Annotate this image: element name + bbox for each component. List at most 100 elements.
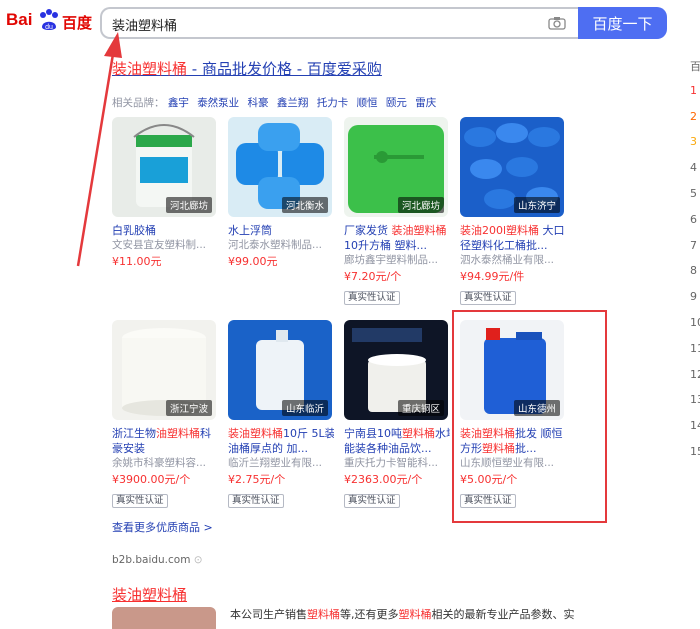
source-url: b2b.baidu.com ⊙ (112, 554, 203, 566)
product-title-line2[interactable]: 径塑料化工桶批... (460, 238, 566, 253)
location-tag: 山东临沂 (281, 400, 328, 416)
hot-list-item[interactable]: 8 (690, 264, 700, 290)
verified-badge: 真实性认证 (460, 291, 516, 305)
product-image[interactable]: 河北廊坊 (112, 117, 216, 217)
product-seller: 临沂兰翔塑业有限... (228, 457, 323, 469)
product-card[interactable]: 河北廊坊 白乳胶桶 文安县宜友塑料制... ¥11.00元 (112, 117, 218, 270)
snippet-part: 相关的最新专业产品参数、实 (431, 608, 575, 621)
hot-list-item[interactable]: 13 (690, 393, 700, 419)
brand-link[interactable]: 托力卡 (317, 97, 349, 109)
location-tag: 重庆铜区 (397, 400, 444, 416)
result-title[interactable]: 装油塑料桶 - 商品批发价格 - 百度爱采购 (112, 58, 382, 79)
product-image[interactable]: 河北衡水 (228, 117, 332, 217)
product-title[interactable]: 宁南县10吨塑料桶水塔 (344, 426, 450, 441)
source-domain: b2b.baidu.com (112, 554, 191, 566)
product-image[interactable]: 河北廊坊 (344, 117, 448, 217)
brand-link[interactable]: 鑫宇 (168, 97, 189, 109)
product-card[interactable]: 山东济宁 装油200l塑料桶 大口 径塑料化工桶批... 泗水泰然桶业有限...… (460, 117, 566, 305)
product-card[interactable]: 河北衡水 水上浮筒 河北泰水塑料制品... ¥99.00元 (228, 117, 334, 270)
brand-link[interactable]: 鑫兰翔 (277, 97, 309, 109)
location-tag: 山东济宁 (513, 197, 560, 213)
brand-link[interactable]: 顺恒 (357, 97, 378, 109)
brand-link[interactable]: 泰然泵业 (197, 97, 239, 109)
product-title-part: 宁南县10吨 (344, 427, 402, 440)
paw-icon: du (40, 9, 58, 31)
product-title[interactable]: 白乳胶桶 (112, 223, 218, 238)
product-title-line2[interactable]: 豪安装 (112, 441, 218, 456)
product-title[interactable]: 浙江生物油塑料桶科 (112, 426, 218, 441)
search-box[interactable]: 装油塑料桶 (100, 7, 578, 39)
logo-bai: Bai (6, 10, 33, 29)
brand-link[interactable]: 颐元 (386, 97, 407, 109)
brand-link[interactable]: 雷庆 (415, 97, 436, 109)
product-card[interactable]: 河北廊坊 厂家发货 装油塑料桶 10升方桶 塑料... 廊坊鑫宇塑料制品... … (344, 117, 450, 305)
product-seller: 文安县宜友塑料制... (112, 239, 207, 251)
hot-list-item[interactable]: 2 (690, 110, 700, 136)
svg-text:du: du (45, 24, 53, 31)
brand-label: 相关品牌： (112, 97, 165, 109)
result-title-rest: - 商品批发价格 - 百度爱采购 (187, 60, 382, 78)
info-icon[interactable]: ⊙ (194, 554, 203, 566)
product-seller: 泗水泰然桶业有限... (460, 254, 555, 266)
product-image[interactable]: 重庆铜区 (344, 320, 448, 420)
hot-list-item[interactable]: 3 (690, 135, 700, 161)
product-title[interactable]: 装油200l塑料桶 大口 (460, 223, 566, 238)
product-title-part: 大口 (539, 224, 565, 237)
camera-icon[interactable] (548, 16, 566, 30)
product-title[interactable]: 水上浮筒 (228, 223, 334, 238)
hot-list-item[interactable]: 7 (690, 239, 700, 265)
hot-list-item[interactable]: 6 (690, 213, 700, 239)
product-seller: 廊坊鑫宇塑料制品... (344, 254, 439, 266)
product-price: ¥11.00元 (112, 255, 162, 268)
product-title-part: 厂家发货 (344, 224, 392, 237)
product-card[interactable]: 浙江宁波 浙江生物油塑料桶科 豪安装 余姚市科豪塑料容... ¥3900.00元… (112, 320, 218, 508)
location-tag: 河北廊坊 (165, 197, 212, 213)
product-title-part: 浙江生物 (112, 427, 156, 440)
product-image[interactable]: 浙江宁波 (112, 320, 216, 420)
annotation-highlight-box (452, 310, 607, 523)
product-price: ¥99.00元 (228, 255, 278, 268)
product-title-line2[interactable]: 能装各种油品饮... (344, 441, 450, 456)
search-results-page: Bai du 百度 装油塑料桶 百度一下 装油塑料桶 - 商品批发价格 - 百度… (0, 0, 700, 629)
product-title[interactable]: 厂家发货 装油塑料桶 (344, 223, 450, 238)
hot-list-item[interactable]: 4 (690, 161, 700, 187)
result2-title[interactable]: 装油塑料桶 (112, 584, 187, 605)
snippet-part: 等,还有更多 (340, 608, 399, 621)
hot-list-column: 百 1 2 3 4 5 6 7 8 9 10 11 12 13 14 15 (690, 58, 700, 471)
search-button[interactable]: 百度一下 (578, 7, 667, 39)
product-title-part: 科 (200, 427, 211, 440)
more-products-link[interactable]: 查看更多优质商品 > (112, 519, 213, 535)
product-image[interactable]: 山东临沂 (228, 320, 332, 420)
result2-image[interactable] (112, 607, 216, 629)
product-title-line2[interactable]: 10升方桶 塑料... (344, 238, 450, 253)
product-price: ¥2.75元/个 (228, 473, 286, 486)
hot-list-item[interactable]: 15 (690, 445, 700, 471)
product-title-part: 水塔 (435, 427, 450, 440)
verified-badge: 真实性认证 (344, 291, 400, 305)
product-card[interactable]: 重庆铜区 宁南县10吨塑料桶水塔 能装各种油品饮... 重庆托力卡智能科... … (344, 320, 450, 508)
product-title[interactable]: 装油塑料桶10斤 5L装 (228, 426, 334, 441)
snippet-part: 本公司生产销售 (230, 608, 307, 621)
hot-list-item[interactable]: 14 (690, 419, 700, 445)
product-card[interactable]: 山东临沂 装油塑料桶10斤 5L装 油桶厚点的 加... 临沂兰翔塑业有限...… (228, 320, 334, 508)
hot-list-item[interactable]: 5 (690, 187, 700, 213)
product-seller: 重庆托力卡智能科... (344, 457, 439, 469)
hot-list-item[interactable]: 9 (690, 290, 700, 316)
brand-link[interactable]: 科豪 (248, 97, 269, 109)
product-title-part: 10斤 5L装 (283, 427, 334, 440)
product-title-line2[interactable]: 油桶厚点的 加... (228, 441, 334, 456)
hot-list-item[interactable]: 11 (690, 342, 700, 368)
product-title-keyword: 油塑料桶 (156, 427, 200, 440)
product-title-keyword: 装油塑料桶 (228, 427, 283, 440)
hot-list-item[interactable]: 百 (690, 58, 700, 84)
hot-list-item[interactable]: 12 (690, 368, 700, 394)
product-image[interactable]: 山东济宁 (460, 117, 564, 217)
hot-list-item[interactable]: 10 (690, 316, 700, 342)
product-title-keyword: 装油塑料桶 (391, 224, 447, 237)
snippet-keyword: 塑料桶 (398, 608, 432, 621)
location-tag: 河北衡水 (281, 197, 328, 213)
location-tag: 浙江宁波 (165, 400, 212, 416)
verified-badge: 真实性认证 (228, 494, 284, 508)
hot-list-item[interactable]: 1 (690, 84, 700, 110)
brand-filter-row: 相关品牌： 鑫宇 泰然泵业 科豪 鑫兰翔 托力卡 顺恒 颐元 雷庆 (112, 95, 436, 110)
